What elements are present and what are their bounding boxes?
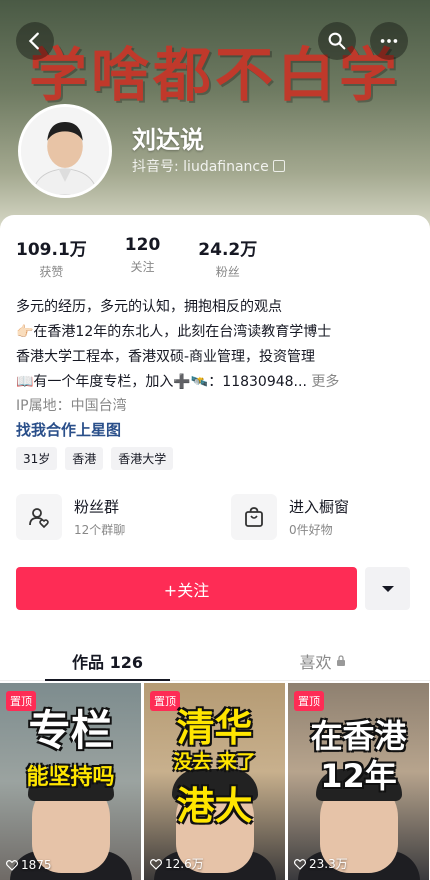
heart-icon: [150, 858, 162, 870]
stat-label: 关注: [130, 260, 155, 274]
follow-button[interactable]: +关注: [16, 567, 357, 610]
content-tabs: 作品 126 喜欢: [0, 641, 430, 681]
bio-more-link[interactable]: 更多: [311, 374, 339, 390]
tag-age: 31岁: [16, 447, 58, 470]
like-count: 12.6万: [165, 857, 204, 871]
stat-value: 120: [124, 235, 161, 255]
video-likes: 12.6万: [150, 855, 204, 872]
video-subtitle: 能坚持吗: [26, 765, 115, 790]
more-dots-icon: [380, 39, 398, 43]
follow-row: +关注: [16, 567, 410, 610]
video-likes: 1875: [6, 858, 52, 872]
fan-group-entry[interactable]: 粉丝群 12个群聊: [16, 494, 211, 540]
tab-likes-label: 喜欢: [299, 652, 332, 672]
back-button[interactable]: [16, 22, 54, 60]
bio-line-last: 📖有一个年度专栏，加入➕🛰️：11830948... 更多: [16, 370, 416, 395]
video-thumbnail[interactable]: 置顶 清华 没去 来了 港大 12.6万: [144, 683, 285, 880]
pinned-badge: 置顶: [294, 691, 324, 711]
follow-dropdown-button[interactable]: [365, 567, 410, 610]
stat-following[interactable]: 120 关注: [125, 235, 161, 280]
entry-title: 进入橱窗: [289, 498, 350, 516]
bio-line: 香港大学工程本，香港双硕-商业管理，投资管理: [16, 349, 316, 365]
stat-followers[interactable]: 24.2万 粉丝: [198, 235, 257, 280]
caret-down-icon: [381, 585, 394, 592]
stat-label: 获赞: [39, 265, 64, 279]
tag-location[interactable]: 香港: [65, 447, 104, 470]
shop-window-entry[interactable]: 进入橱窗 0件好物: [231, 494, 426, 540]
copy-icon[interactable]: [272, 160, 285, 172]
tags-row: 31岁 香港 香港大学: [16, 447, 174, 470]
bio[interactable]: 多元的经历，多元的认知，拥抱相反的观点 👉🏻在香港12年的东北人，此刻在台湾读教…: [16, 295, 416, 395]
stat-value: 24.2万: [198, 240, 258, 260]
stats-row: 109.1万 获赞 120 关注 24.2万 粉丝: [16, 235, 295, 280]
video-title: 清华: [176, 706, 253, 750]
account-id[interactable]: 抖音号: liudafinance: [132, 156, 285, 176]
tab-works[interactable]: 作品 126: [0, 641, 215, 681]
more-button[interactable]: [370, 22, 408, 60]
profile-header: 学啥都不白学 刘达说 抖音号: liudafinance: [0, 0, 430, 230]
video-caption: 没去 来了: [173, 751, 256, 773]
video-thumbnail[interactable]: 置顶 在香港 12年 23.3万: [288, 683, 429, 880]
bio-line: 多元的经历，多元的认知，拥抱相反的观点: [16, 299, 282, 315]
video-title: 专栏: [28, 706, 113, 755]
chevron-left-icon: [28, 32, 39, 50]
shop-bag-icon: [231, 494, 277, 540]
entries-row: 粉丝群 12个群聊 进入橱窗 0件好物: [16, 494, 426, 540]
stat-likes[interactable]: 109.1万 获赞: [16, 235, 87, 280]
search-icon: [328, 32, 346, 50]
video-grid: 置顶 专栏 能坚持吗 1875 置顶 清华 没去 来了 港大 12.6万 置顶 …: [0, 683, 430, 880]
fan-group-icon: [16, 494, 62, 540]
stat-value: 109.1万: [16, 240, 87, 260]
entry-title: 粉丝群: [74, 498, 120, 516]
avatar-image: [21, 107, 109, 195]
ip-location: IP属地：中国台湾: [16, 398, 127, 414]
tab-likes[interactable]: 喜欢: [215, 641, 430, 680]
search-button[interactable]: [318, 22, 356, 60]
cooperation-link[interactable]: 找我合作上星图: [16, 419, 121, 440]
bio-line: 👉🏻在香港12年的东北人，此刻在台湾读教育学博士: [16, 324, 332, 340]
profile-card: 109.1万 获赞 120 关注 24.2万 粉丝 多元的经历，多元的认知，拥抱…: [0, 215, 430, 880]
video-thumbnail[interactable]: 置顶 专栏 能坚持吗 1875: [0, 683, 141, 880]
stat-label: 粉丝: [215, 265, 240, 279]
lock-icon: [336, 655, 345, 666]
heart-icon: [6, 860, 18, 871]
video-likes: 23.3万: [294, 855, 348, 872]
banner-text: 学啥都不白学: [28, 41, 401, 109]
entry-subtitle: 0件好物: [289, 523, 333, 537]
entry-subtitle: 12个群聊: [74, 523, 126, 537]
account-id-label: 抖音号: liudafinance: [132, 159, 269, 175]
like-count: 23.3万: [309, 857, 348, 871]
avatar[interactable]: [18, 104, 112, 198]
nickname: 刘达说: [132, 126, 204, 154]
video-subtitle: 港大: [176, 784, 253, 828]
heart-icon: [294, 858, 306, 870]
tag-school[interactable]: 香港大学: [111, 447, 174, 470]
like-count: 1875: [21, 858, 52, 872]
video-subtitle: 12年: [320, 757, 397, 795]
bio-line-text: 📖有一个年度专栏，加入➕🛰️：11830948...: [16, 374, 307, 390]
